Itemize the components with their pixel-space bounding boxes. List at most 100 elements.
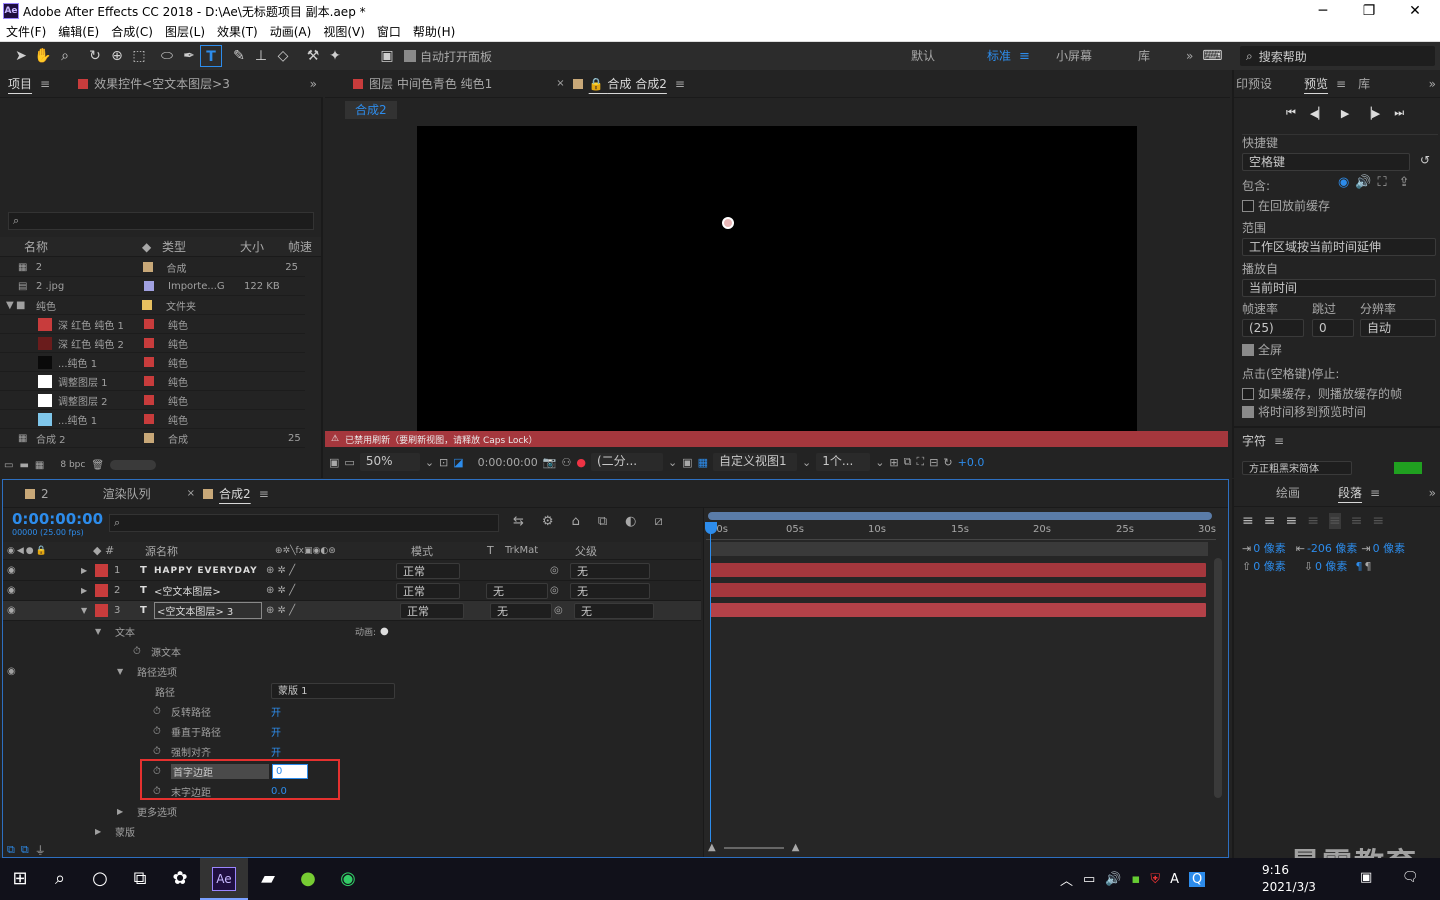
snapshot-icon[interactable]: 📷: [543, 456, 557, 469]
clock-date[interactable]: 2021/3/3: [1262, 880, 1316, 894]
list-item[interactable]: ▼ ■ 纯色 文件夹: [0, 296, 305, 315]
panel-menu-icon[interactable]: ≡: [40, 77, 50, 91]
clock-time[interactable]: 9:16: [1262, 863, 1289, 877]
bpc-button[interactable]: 8 bpc: [60, 460, 85, 470]
thumbnail-slider[interactable]: [110, 460, 157, 470]
expand-triangle-icon[interactable]: ▶: [81, 586, 91, 595]
col-fps[interactable]: 帧速: [288, 238, 318, 255]
layer-name-field[interactable]: <空文本图层> 3: [154, 602, 262, 619]
col-t[interactable]: T: [487, 544, 505, 557]
close-tab-icon[interactable]: ×: [187, 488, 195, 499]
previous-frame-icon[interactable]: ◀▏: [1310, 107, 1327, 120]
tab-comp-2[interactable]: 2: [17, 480, 57, 508]
reverse-path-value[interactable]: 开: [271, 704, 281, 719]
camera-tool-icon[interactable]: ⊕: [106, 45, 128, 67]
workspace-icon[interactable]: ▣: [376, 45, 398, 67]
space-before-value[interactable]: 0 像素: [1253, 558, 1286, 574]
list-item[interactable]: 深 红色 纯色 2 纯色: [0, 334, 305, 353]
include-audio-speaker-icon[interactable]: 🔊: [1355, 175, 1371, 190]
comp-flowchart-icon[interactable]: ⇆: [513, 514, 524, 529]
tab-paint[interactable]: 绘画: [1268, 479, 1308, 507]
justify-right-icon[interactable]: ≡: [1351, 513, 1363, 529]
layer-search-input[interactable]: ⌕: [109, 514, 499, 532]
clone-stamp-tool-icon[interactable]: ⊥: [250, 45, 272, 67]
property-row[interactable]: ⏱ 反转路径 开: [3, 701, 701, 721]
pan-behind-tool-icon[interactable]: ⬚: [128, 45, 150, 67]
align-center-icon[interactable]: ≡: [1264, 513, 1276, 529]
layer-label-color[interactable]: [95, 564, 108, 577]
collapse-triangle-icon[interactable]: ▼: [81, 606, 91, 615]
col-size[interactable]: 大小: [240, 238, 288, 255]
tab-character[interactable]: 字符: [1234, 427, 1274, 455]
col-parent[interactable]: 父级: [575, 543, 597, 559]
list-item[interactable]: 深 红色 纯色 1 纯色: [0, 315, 305, 334]
volume-icon[interactable]: 🔊: [1105, 872, 1121, 887]
layer-bar[interactable]: [710, 563, 1206, 577]
zoom-out-icon[interactable]: ▲: [708, 842, 716, 853]
view-dropdown[interactable]: 自定义视图1: [712, 453, 797, 471]
property-row[interactable]: ⏱ 末字边距 0.0: [3, 781, 701, 801]
vertical-scrollbar[interactable]: [1214, 558, 1222, 798]
ltr-text-icon[interactable]: ¶: [1355, 560, 1362, 573]
type-tool-icon[interactable]: T: [200, 45, 222, 67]
layer-switches-toggle-icon[interactable]: ⧉: [7, 843, 15, 857]
stopwatch-icon[interactable]: ⏱: [133, 646, 147, 657]
pickwhip-icon[interactable]: ◎: [554, 605, 574, 616]
monitor-icon[interactable]: ▭: [344, 456, 354, 469]
close-tab-icon[interactable]: ×: [556, 78, 564, 89]
play-icon[interactable]: ▶: [1341, 107, 1349, 120]
region-icon[interactable]: ◪: [453, 456, 463, 469]
property-row[interactable]: 路径 蒙版 1: [3, 681, 701, 701]
search-icon[interactable]: ⌕: [40, 859, 80, 899]
zoom-in-icon[interactable]: ▲: [792, 842, 800, 853]
show-hidden-icons-chevron-icon[interactable]: ︿: [1060, 870, 1073, 889]
tab-project[interactable]: 项目: [0, 70, 40, 98]
space-after-value[interactable]: 0 像素: [1315, 558, 1348, 574]
after-effects-taskbar-icon[interactable]: Ae: [200, 858, 248, 900]
zoom-track[interactable]: [723, 846, 784, 849]
mode-dropdown[interactable]: 正常: [400, 602, 464, 619]
trkmat-dropdown[interactable]: 无: [486, 582, 548, 599]
layer-switches[interactable]: ⊕ ✲ ╱: [266, 585, 396, 596]
visibility-eye-icon[interactable]: ◉: [7, 605, 25, 616]
ellipse-tool-icon[interactable]: ⬭: [156, 45, 178, 67]
toggle-pixel-icon[interactable]: ⊞: [889, 456, 898, 469]
fullscreen-checkbox[interactable]: 全屏: [1242, 341, 1282, 358]
anchor-point-icon[interactable]: [722, 217, 734, 229]
table-row[interactable]: ◉ ▶ 2 T <空文本图层> ⊕ ✲ ╱ 正常 无 ◎ 无: [3, 581, 701, 601]
collapse-triangle-icon[interactable]: ▼: [95, 627, 105, 636]
panel-menu-icon[interactable]: ≡: [1274, 434, 1284, 448]
visibility-eye-icon[interactable]: ◉: [7, 585, 25, 596]
close-button[interactable]: ✕: [1392, 0, 1438, 22]
task-view-icon[interactable]: ⧉: [120, 859, 160, 899]
parent-dropdown[interactable]: 无: [570, 562, 650, 579]
work-area-bar[interactable]: [710, 542, 1208, 556]
property-row[interactable]: ▼ 文本 动画: ●: [3, 621, 701, 641]
interpret-footage-icon[interactable]: ▭: [4, 460, 13, 471]
fill-color-swatch[interactable]: [1394, 462, 1422, 474]
resolution-dropdown[interactable]: (二分...: [590, 453, 663, 471]
time-ruler[interactable]: 00s 05s 10s 15s 20s 25s 30s: [706, 522, 1216, 540]
indent-right-value[interactable]: -206 像素: [1307, 540, 1357, 556]
transfer-controls-icon[interactable]: ⧉: [21, 843, 29, 857]
menu-window[interactable]: 窗口: [371, 22, 407, 42]
skip-dropdown[interactable]: 0: [1312, 319, 1354, 337]
graph-editor-icon[interactable]: ⧄: [654, 514, 662, 529]
cortana-icon[interactable]: ○: [80, 859, 120, 899]
workspace-library[interactable]: 库: [1130, 42, 1158, 70]
table-row[interactable]: ◉ ▶ 1 T HAPPY EVERYDAY ⊕ ✲ ╱ 正常 ◎ 无: [3, 561, 701, 581]
timeline-icon[interactable]: ⛶: [917, 455, 925, 469]
exposure-value[interactable]: +0.0: [958, 456, 985, 469]
property-row[interactable]: ◉ ▼ 路径选项: [3, 661, 701, 681]
view-layout-dropdown[interactable]: 1个...: [816, 453, 871, 471]
stopwatch-icon[interactable]: ⏱: [153, 706, 167, 717]
flowchart-icon[interactable]: ⊟: [929, 456, 938, 469]
layer-switches[interactable]: ⊕ ✲ ╱: [266, 565, 396, 576]
next-frame-icon[interactable]: ▕▶: [1363, 107, 1380, 120]
list-item[interactable]: 调整图层 2 纯色: [0, 391, 305, 410]
property-row[interactable]: ▶ 蒙版: [3, 821, 701, 841]
panel-overflow-icon[interactable]: »: [310, 77, 317, 91]
transparency-grid-icon[interactable]: ▦: [698, 456, 708, 469]
workspace-default[interactable]: 默认: [903, 42, 943, 70]
action-center-icon[interactable]: 🗨: [1402, 870, 1419, 885]
